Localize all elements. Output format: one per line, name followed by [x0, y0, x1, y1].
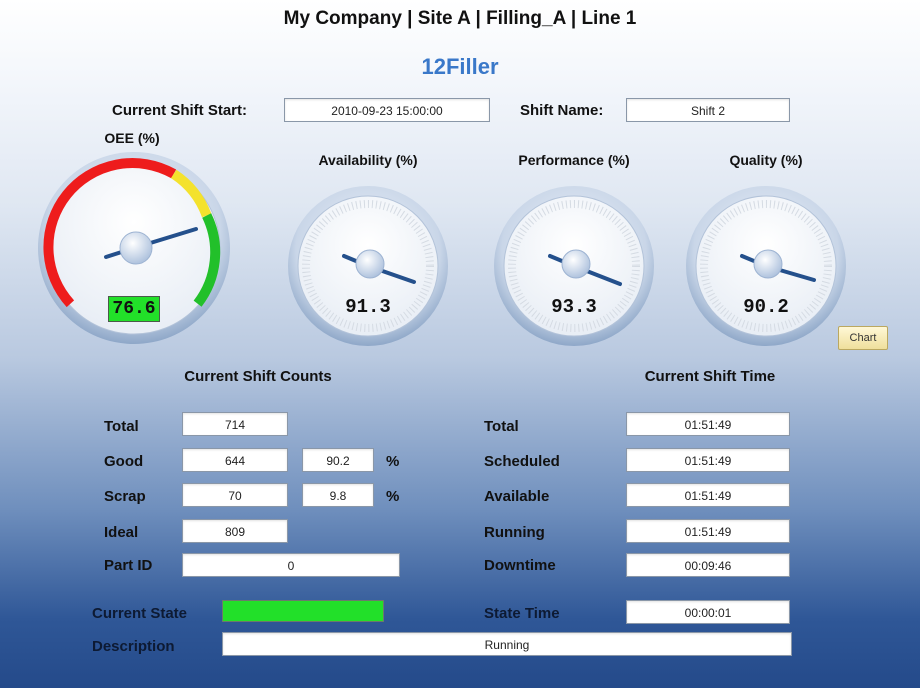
time-running-field: 01:51:49 [626, 519, 790, 543]
oee-value: 76.6 [108, 296, 160, 322]
count-scrap-field: 70 [182, 483, 288, 507]
performance-title: Performance (%) [518, 152, 630, 168]
count-scrap-pct-field: 9.8 [302, 483, 374, 507]
current-state-indicator [222, 600, 384, 622]
count-scrap-pct-unit: % [386, 488, 400, 505]
quality-value: 90.2 [743, 296, 789, 318]
count-good-pct-field: 90.2 [302, 448, 374, 472]
description-label: Description [92, 638, 175, 655]
count-good-pct-unit: % [386, 453, 400, 470]
time-total-label: Total [484, 418, 519, 435]
shift-start-label: Current Shift Start: [112, 102, 247, 119]
time-downtime-field: 00:09:46 [626, 553, 790, 577]
app-name: 12Filler [421, 54, 499, 79]
description-field: Running [222, 632, 792, 656]
availability-title: Availability (%) [318, 152, 418, 168]
part-id-field: 0 [182, 553, 400, 577]
shift-start-field: 2010-09-23 15:00:00 [284, 98, 490, 122]
state-time-field: 00:00:01 [626, 600, 790, 624]
shift-name-field: Shift 2 [626, 98, 790, 122]
time-scheduled-field: 01:51:49 [626, 448, 790, 472]
quality-title: Quality (%) [729, 152, 803, 168]
page-title: My Company | Site A | Filling_A | Line 1 [283, 8, 637, 29]
current-state-label: Current State [92, 605, 188, 622]
shift-name-label: Shift Name: [520, 102, 604, 119]
shift-counts-title: Current Shift Counts [184, 368, 332, 385]
count-total-label: Total [104, 418, 139, 435]
count-good-field: 644 [182, 448, 288, 472]
performance-gauge [494, 186, 654, 346]
chart-button[interactable]: Chart [838, 326, 888, 350]
time-scheduled-label: Scheduled [484, 453, 560, 470]
part-id-label: Part ID [104, 557, 153, 574]
availability-value: 91.3 [345, 296, 391, 318]
oee-title: OEE (%) [104, 130, 160, 146]
count-scrap-label: Scrap [104, 488, 146, 505]
count-ideal-label: Ideal [104, 524, 139, 541]
count-total-field: 714 [182, 412, 288, 436]
time-available-field: 01:51:49 [626, 483, 790, 507]
performance-value: 93.3 [551, 296, 597, 318]
shift-time-title: Current Shift Time [644, 368, 776, 385]
count-ideal-field: 809 [182, 519, 288, 543]
count-good-label: Good [104, 453, 144, 470]
state-time-label: State Time [484, 605, 560, 622]
time-total-field: 01:51:49 [626, 412, 790, 436]
quality-gauge [686, 186, 846, 346]
time-downtime-label: Downtime [484, 557, 556, 574]
time-running-label: Running [484, 524, 545, 541]
availability-gauge [288, 186, 448, 346]
time-available-label: Available [484, 488, 550, 505]
